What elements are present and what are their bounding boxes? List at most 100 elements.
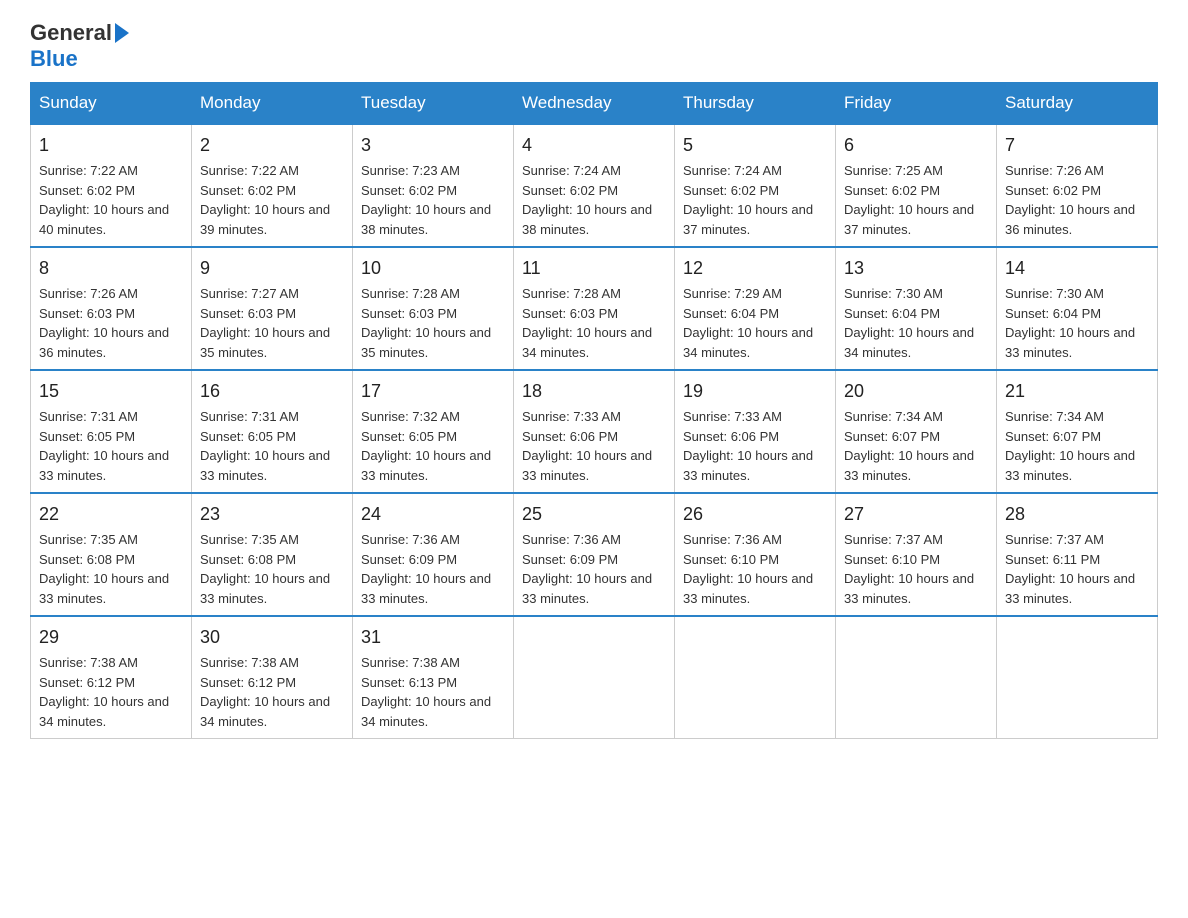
calendar-cell: 12 Sunrise: 7:29 AMSunset: 6:04 PMDaylig… bbox=[675, 247, 836, 370]
day-header-saturday: Saturday bbox=[997, 83, 1158, 125]
calendar-cell: 8 Sunrise: 7:26 AMSunset: 6:03 PMDayligh… bbox=[31, 247, 192, 370]
day-info: Sunrise: 7:31 AMSunset: 6:05 PMDaylight:… bbox=[39, 409, 169, 483]
calendar-cell: 30 Sunrise: 7:38 AMSunset: 6:12 PMDaylig… bbox=[192, 616, 353, 739]
day-number: 10 bbox=[361, 255, 505, 282]
logo: General Blue bbox=[30, 20, 131, 72]
calendar-cell: 25 Sunrise: 7:36 AMSunset: 6:09 PMDaylig… bbox=[514, 493, 675, 616]
day-info: Sunrise: 7:38 AMSunset: 6:13 PMDaylight:… bbox=[361, 655, 491, 729]
calendar-cell: 2 Sunrise: 7:22 AMSunset: 6:02 PMDayligh… bbox=[192, 124, 353, 247]
day-info: Sunrise: 7:27 AMSunset: 6:03 PMDaylight:… bbox=[200, 286, 330, 360]
calendar-cell: 7 Sunrise: 7:26 AMSunset: 6:02 PMDayligh… bbox=[997, 124, 1158, 247]
day-info: Sunrise: 7:34 AMSunset: 6:07 PMDaylight:… bbox=[844, 409, 974, 483]
calendar-cell: 27 Sunrise: 7:37 AMSunset: 6:10 PMDaylig… bbox=[836, 493, 997, 616]
day-info: Sunrise: 7:24 AMSunset: 6:02 PMDaylight:… bbox=[683, 163, 813, 237]
header: General Blue bbox=[30, 20, 1158, 72]
day-number: 23 bbox=[200, 501, 344, 528]
calendar-cell: 20 Sunrise: 7:34 AMSunset: 6:07 PMDaylig… bbox=[836, 370, 997, 493]
day-info: Sunrise: 7:29 AMSunset: 6:04 PMDaylight:… bbox=[683, 286, 813, 360]
day-info: Sunrise: 7:22 AMSunset: 6:02 PMDaylight:… bbox=[200, 163, 330, 237]
calendar-cell: 9 Sunrise: 7:27 AMSunset: 6:03 PMDayligh… bbox=[192, 247, 353, 370]
day-info: Sunrise: 7:36 AMSunset: 6:09 PMDaylight:… bbox=[522, 532, 652, 606]
logo-text-blue: Blue bbox=[30, 46, 78, 71]
day-number: 27 bbox=[844, 501, 988, 528]
calendar-cell: 6 Sunrise: 7:25 AMSunset: 6:02 PMDayligh… bbox=[836, 124, 997, 247]
calendar-cell: 19 Sunrise: 7:33 AMSunset: 6:06 PMDaylig… bbox=[675, 370, 836, 493]
day-number: 31 bbox=[361, 624, 505, 651]
calendar-cell: 15 Sunrise: 7:31 AMSunset: 6:05 PMDaylig… bbox=[31, 370, 192, 493]
day-info: Sunrise: 7:30 AMSunset: 6:04 PMDaylight:… bbox=[844, 286, 974, 360]
week-row-3: 15 Sunrise: 7:31 AMSunset: 6:05 PMDaylig… bbox=[31, 370, 1158, 493]
calendar-cell: 3 Sunrise: 7:23 AMSunset: 6:02 PMDayligh… bbox=[353, 124, 514, 247]
day-header-tuesday: Tuesday bbox=[353, 83, 514, 125]
day-header-monday: Monday bbox=[192, 83, 353, 125]
day-number: 14 bbox=[1005, 255, 1149, 282]
calendar-cell: 10 Sunrise: 7:28 AMSunset: 6:03 PMDaylig… bbox=[353, 247, 514, 370]
day-info: Sunrise: 7:36 AMSunset: 6:10 PMDaylight:… bbox=[683, 532, 813, 606]
logo-triangle-icon bbox=[115, 23, 129, 43]
calendar-cell: 1 Sunrise: 7:22 AMSunset: 6:02 PMDayligh… bbox=[31, 124, 192, 247]
calendar-cell: 31 Sunrise: 7:38 AMSunset: 6:13 PMDaylig… bbox=[353, 616, 514, 739]
day-number: 1 bbox=[39, 132, 183, 159]
calendar-cell: 13 Sunrise: 7:30 AMSunset: 6:04 PMDaylig… bbox=[836, 247, 997, 370]
calendar-cell: 11 Sunrise: 7:28 AMSunset: 6:03 PMDaylig… bbox=[514, 247, 675, 370]
calendar-cell: 23 Sunrise: 7:35 AMSunset: 6:08 PMDaylig… bbox=[192, 493, 353, 616]
day-number: 30 bbox=[200, 624, 344, 651]
calendar-cell: 21 Sunrise: 7:34 AMSunset: 6:07 PMDaylig… bbox=[997, 370, 1158, 493]
day-info: Sunrise: 7:25 AMSunset: 6:02 PMDaylight:… bbox=[844, 163, 974, 237]
week-row-1: 1 Sunrise: 7:22 AMSunset: 6:02 PMDayligh… bbox=[31, 124, 1158, 247]
day-number: 15 bbox=[39, 378, 183, 405]
day-header-friday: Friday bbox=[836, 83, 997, 125]
week-row-4: 22 Sunrise: 7:35 AMSunset: 6:08 PMDaylig… bbox=[31, 493, 1158, 616]
calendar-cell: 17 Sunrise: 7:32 AMSunset: 6:05 PMDaylig… bbox=[353, 370, 514, 493]
day-info: Sunrise: 7:22 AMSunset: 6:02 PMDaylight:… bbox=[39, 163, 169, 237]
calendar-cell: 4 Sunrise: 7:24 AMSunset: 6:02 PMDayligh… bbox=[514, 124, 675, 247]
day-info: Sunrise: 7:28 AMSunset: 6:03 PMDaylight:… bbox=[361, 286, 491, 360]
day-number: 26 bbox=[683, 501, 827, 528]
day-header-thursday: Thursday bbox=[675, 83, 836, 125]
calendar-cell: 16 Sunrise: 7:31 AMSunset: 6:05 PMDaylig… bbox=[192, 370, 353, 493]
day-info: Sunrise: 7:38 AMSunset: 6:12 PMDaylight:… bbox=[39, 655, 169, 729]
day-number: 4 bbox=[522, 132, 666, 159]
day-info: Sunrise: 7:26 AMSunset: 6:03 PMDaylight:… bbox=[39, 286, 169, 360]
day-info: Sunrise: 7:32 AMSunset: 6:05 PMDaylight:… bbox=[361, 409, 491, 483]
calendar-table: SundayMondayTuesdayWednesdayThursdayFrid… bbox=[30, 82, 1158, 739]
day-number: 17 bbox=[361, 378, 505, 405]
day-info: Sunrise: 7:26 AMSunset: 6:02 PMDaylight:… bbox=[1005, 163, 1135, 237]
day-number: 8 bbox=[39, 255, 183, 282]
day-number: 28 bbox=[1005, 501, 1149, 528]
calendar-cell bbox=[514, 616, 675, 739]
week-row-2: 8 Sunrise: 7:26 AMSunset: 6:03 PMDayligh… bbox=[31, 247, 1158, 370]
calendar-cell bbox=[997, 616, 1158, 739]
day-info: Sunrise: 7:33 AMSunset: 6:06 PMDaylight:… bbox=[522, 409, 652, 483]
day-info: Sunrise: 7:31 AMSunset: 6:05 PMDaylight:… bbox=[200, 409, 330, 483]
day-number: 5 bbox=[683, 132, 827, 159]
calendar-cell: 24 Sunrise: 7:36 AMSunset: 6:09 PMDaylig… bbox=[353, 493, 514, 616]
day-info: Sunrise: 7:36 AMSunset: 6:09 PMDaylight:… bbox=[361, 532, 491, 606]
day-number: 20 bbox=[844, 378, 988, 405]
day-number: 11 bbox=[522, 255, 666, 282]
day-info: Sunrise: 7:34 AMSunset: 6:07 PMDaylight:… bbox=[1005, 409, 1135, 483]
logo-text-general: General bbox=[30, 20, 112, 46]
calendar-cell: 22 Sunrise: 7:35 AMSunset: 6:08 PMDaylig… bbox=[31, 493, 192, 616]
calendar-cell: 5 Sunrise: 7:24 AMSunset: 6:02 PMDayligh… bbox=[675, 124, 836, 247]
days-header-row: SundayMondayTuesdayWednesdayThursdayFrid… bbox=[31, 83, 1158, 125]
day-number: 7 bbox=[1005, 132, 1149, 159]
calendar-cell bbox=[836, 616, 997, 739]
day-number: 2 bbox=[200, 132, 344, 159]
day-info: Sunrise: 7:38 AMSunset: 6:12 PMDaylight:… bbox=[200, 655, 330, 729]
day-number: 3 bbox=[361, 132, 505, 159]
day-header-sunday: Sunday bbox=[31, 83, 192, 125]
calendar-cell: 14 Sunrise: 7:30 AMSunset: 6:04 PMDaylig… bbox=[997, 247, 1158, 370]
day-info: Sunrise: 7:37 AMSunset: 6:11 PMDaylight:… bbox=[1005, 532, 1135, 606]
day-info: Sunrise: 7:35 AMSunset: 6:08 PMDaylight:… bbox=[39, 532, 169, 606]
day-number: 22 bbox=[39, 501, 183, 528]
day-info: Sunrise: 7:24 AMSunset: 6:02 PMDaylight:… bbox=[522, 163, 652, 237]
day-number: 25 bbox=[522, 501, 666, 528]
day-info: Sunrise: 7:33 AMSunset: 6:06 PMDaylight:… bbox=[683, 409, 813, 483]
day-header-wednesday: Wednesday bbox=[514, 83, 675, 125]
day-info: Sunrise: 7:35 AMSunset: 6:08 PMDaylight:… bbox=[200, 532, 330, 606]
calendar-cell: 26 Sunrise: 7:36 AMSunset: 6:10 PMDaylig… bbox=[675, 493, 836, 616]
day-number: 6 bbox=[844, 132, 988, 159]
day-info: Sunrise: 7:23 AMSunset: 6:02 PMDaylight:… bbox=[361, 163, 491, 237]
day-number: 19 bbox=[683, 378, 827, 405]
